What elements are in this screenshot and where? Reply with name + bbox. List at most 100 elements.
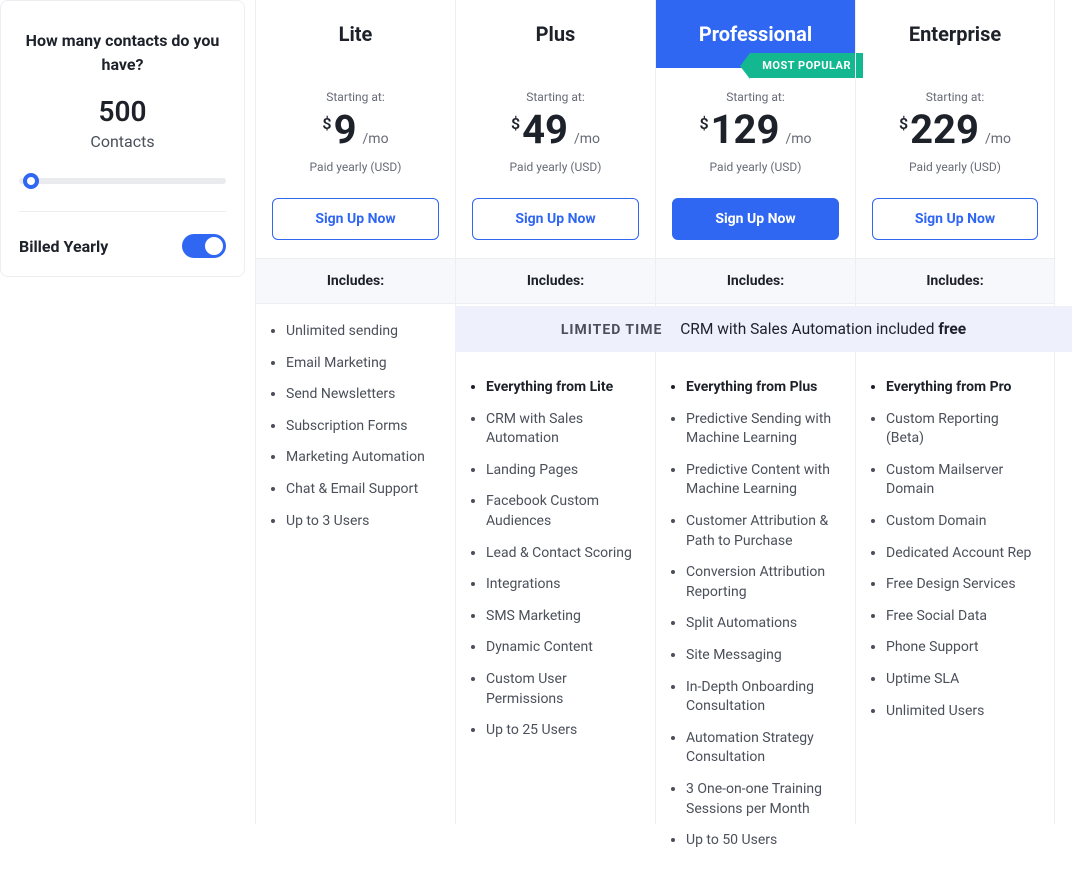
plan-enterprise-includes-label: Includes: — [856, 258, 1054, 304]
feature-item: Everything from Lite — [486, 378, 641, 398]
plan-lite-price-block: Starting at: $ 9 /mo Paid yearly (USD) — [256, 68, 455, 182]
feature-item: Integrations — [486, 575, 641, 595]
feature-item: Predictive Content with Machine Learning — [686, 461, 841, 500]
plans-grid: LIMITED TIME CRM with Sales Automation i… — [255, 0, 1072, 824]
plan-enterprise-header: Enterprise — [856, 0, 1054, 68]
currency-symbol: $ — [899, 114, 908, 133]
currency-symbol: $ — [699, 114, 708, 133]
plan-professional-amount: 129 — [711, 110, 780, 150]
paid-yearly-note: Paid yearly (USD) — [666, 160, 845, 174]
feature-item: Email Marketing — [286, 354, 441, 374]
contacts-card: How many contacts do you have? 500 Conta… — [0, 0, 245, 277]
limited-time-banner: LIMITED TIME CRM with Sales Automation i… — [455, 306, 1072, 352]
plan-professional-features: Everything from Plus Predictive Sending … — [656, 304, 855, 877]
slider-track — [19, 178, 226, 184]
feature-item: Subscription Forms — [286, 417, 441, 437]
plan-professional-includes-label: Includes: — [656, 258, 855, 304]
feature-item: Everything from Plus — [686, 378, 841, 398]
limited-time-text: CRM with Sales Automation included — [680, 320, 934, 338]
plan-plus-signup-button[interactable]: Sign Up Now — [472, 198, 639, 240]
plan-lite: Lite Starting at: $ 9 /mo Paid yearly (U… — [255, 0, 455, 824]
feature-item: Split Automations — [686, 614, 841, 634]
toggle-knob — [205, 237, 223, 255]
feature-item: Send Newsletters — [286, 385, 441, 405]
slider-thumb[interactable] — [23, 173, 39, 189]
feature-item: Site Messaging — [686, 646, 841, 666]
paid-yearly-note: Paid yearly (USD) — [866, 160, 1044, 174]
paid-yearly-note: Paid yearly (USD) — [466, 160, 645, 174]
starting-at-label: Starting at: — [666, 90, 845, 104]
plan-lite-header: Lite — [256, 0, 455, 68]
plan-plus-amount: 49 — [522, 110, 568, 150]
plan-plus: Plus Starting at: $ 49 /mo Paid yearly (… — [455, 0, 655, 824]
period-label: /mo — [574, 131, 600, 147]
billed-toggle[interactable] — [182, 234, 226, 258]
feature-item: Up to 50 Users — [686, 831, 841, 851]
contacts-count-label: Contacts — [19, 132, 226, 151]
contacts-slider[interactable] — [19, 173, 226, 189]
starting-at-label: Starting at: — [866, 90, 1044, 104]
feature-item: Up to 25 Users — [486, 721, 641, 741]
feature-item: Marketing Automation — [286, 448, 441, 468]
period-label: /mo — [985, 131, 1011, 147]
limited-time-free: free — [938, 320, 966, 338]
billed-row: Billed Yearly — [19, 211, 226, 258]
plan-plus-price: $ 49 /mo — [466, 110, 645, 150]
plan-lite-features: Unlimited sending Email Marketing Send New… — [256, 304, 455, 557]
feature-item: Dynamic Content — [486, 638, 641, 658]
plan-enterprise-price: $ 229 /mo — [866, 110, 1044, 150]
paid-yearly-note: Paid yearly (USD) — [266, 160, 445, 174]
feature-item: Automation Strategy Consultation — [686, 729, 841, 768]
feature-item: Uptime SLA — [886, 670, 1040, 690]
feature-item: Custom User Permissions — [486, 670, 641, 709]
contacts-heading: How many contacts do you have? — [19, 29, 226, 77]
plan-professional-price: $ 129 /mo — [666, 110, 845, 150]
feature-item: Chat & Email Support — [286, 480, 441, 500]
plan-lite-includes-label: Includes: — [256, 258, 455, 304]
plan-professional: Professional MOST POPULAR Starting at: $… — [655, 0, 855, 824]
currency-symbol: $ — [322, 114, 331, 133]
feature-item: CRM with Sales Automation — [486, 410, 641, 449]
starting-at-label: Starting at: — [266, 90, 445, 104]
plan-enterprise-amount: 229 — [910, 110, 979, 150]
feature-item: Up to 3 Users — [286, 512, 441, 532]
feature-item: Customer Attribution & Path to Purchase — [686, 512, 841, 551]
plan-plus-includes-label: Includes: — [456, 258, 655, 304]
feature-item: Conversion Attribution Reporting — [686, 563, 841, 602]
feature-item: Everything from Pro — [886, 378, 1040, 398]
plan-lite-name: Lite — [266, 22, 445, 46]
feature-item: Custom Domain — [886, 512, 1040, 532]
plan-plus-features: Everything from Lite CRM with Sales Auto… — [456, 304, 655, 767]
feature-item: Free Social Data — [886, 607, 1040, 627]
plan-enterprise-price-block: Starting at: $ 229 /mo Paid yearly (USD) — [856, 68, 1054, 182]
feature-item: In-Depth Onboarding Consultation — [686, 678, 841, 717]
feature-item: Phone Support — [886, 638, 1040, 658]
contacts-count: 500 — [19, 95, 226, 128]
plan-professional-signup-button[interactable]: Sign Up Now — [672, 198, 839, 240]
plan-enterprise-name: Enterprise — [866, 22, 1044, 46]
billed-label: Billed Yearly — [19, 237, 108, 256]
most-popular-badge: MOST POPULAR — [750, 53, 863, 78]
feature-item: Lead & Contact Scoring — [486, 544, 641, 564]
limited-time-label: LIMITED TIME — [561, 322, 663, 338]
plan-lite-price: $ 9 /mo — [266, 110, 445, 150]
feature-item: Landing Pages — [486, 461, 641, 481]
feature-item: Facebook Custom Audiences — [486, 492, 641, 531]
plan-lite-amount: 9 — [334, 110, 357, 150]
plan-professional-name: Professional — [666, 22, 845, 46]
plan-professional-header: Professional MOST POPULAR — [656, 0, 855, 68]
plan-lite-signup-button[interactable]: Sign Up Now — [272, 198, 439, 240]
plan-enterprise: Enterprise Starting at: $ 229 /mo Paid y… — [855, 0, 1055, 824]
feature-item: Free Design Services — [886, 575, 1040, 595]
sidebar: How many contacts do you have? 500 Conta… — [0, 0, 255, 824]
feature-item: Predictive Sending with Machine Learning — [686, 410, 841, 449]
feature-item: SMS Marketing — [486, 607, 641, 627]
plan-enterprise-signup-button[interactable]: Sign Up Now — [872, 198, 1038, 240]
feature-item: Unlimited Users — [886, 702, 1040, 722]
feature-item: Custom Mailserver Domain — [886, 461, 1040, 500]
plan-enterprise-features: Everything from Pro Custom Reporting (Be… — [856, 304, 1054, 747]
feature-item: Unlimited sending — [286, 322, 441, 342]
period-label: /mo — [785, 131, 811, 147]
plan-plus-header: Plus — [456, 0, 655, 68]
feature-item: Custom Reporting (Beta) — [886, 410, 1040, 449]
